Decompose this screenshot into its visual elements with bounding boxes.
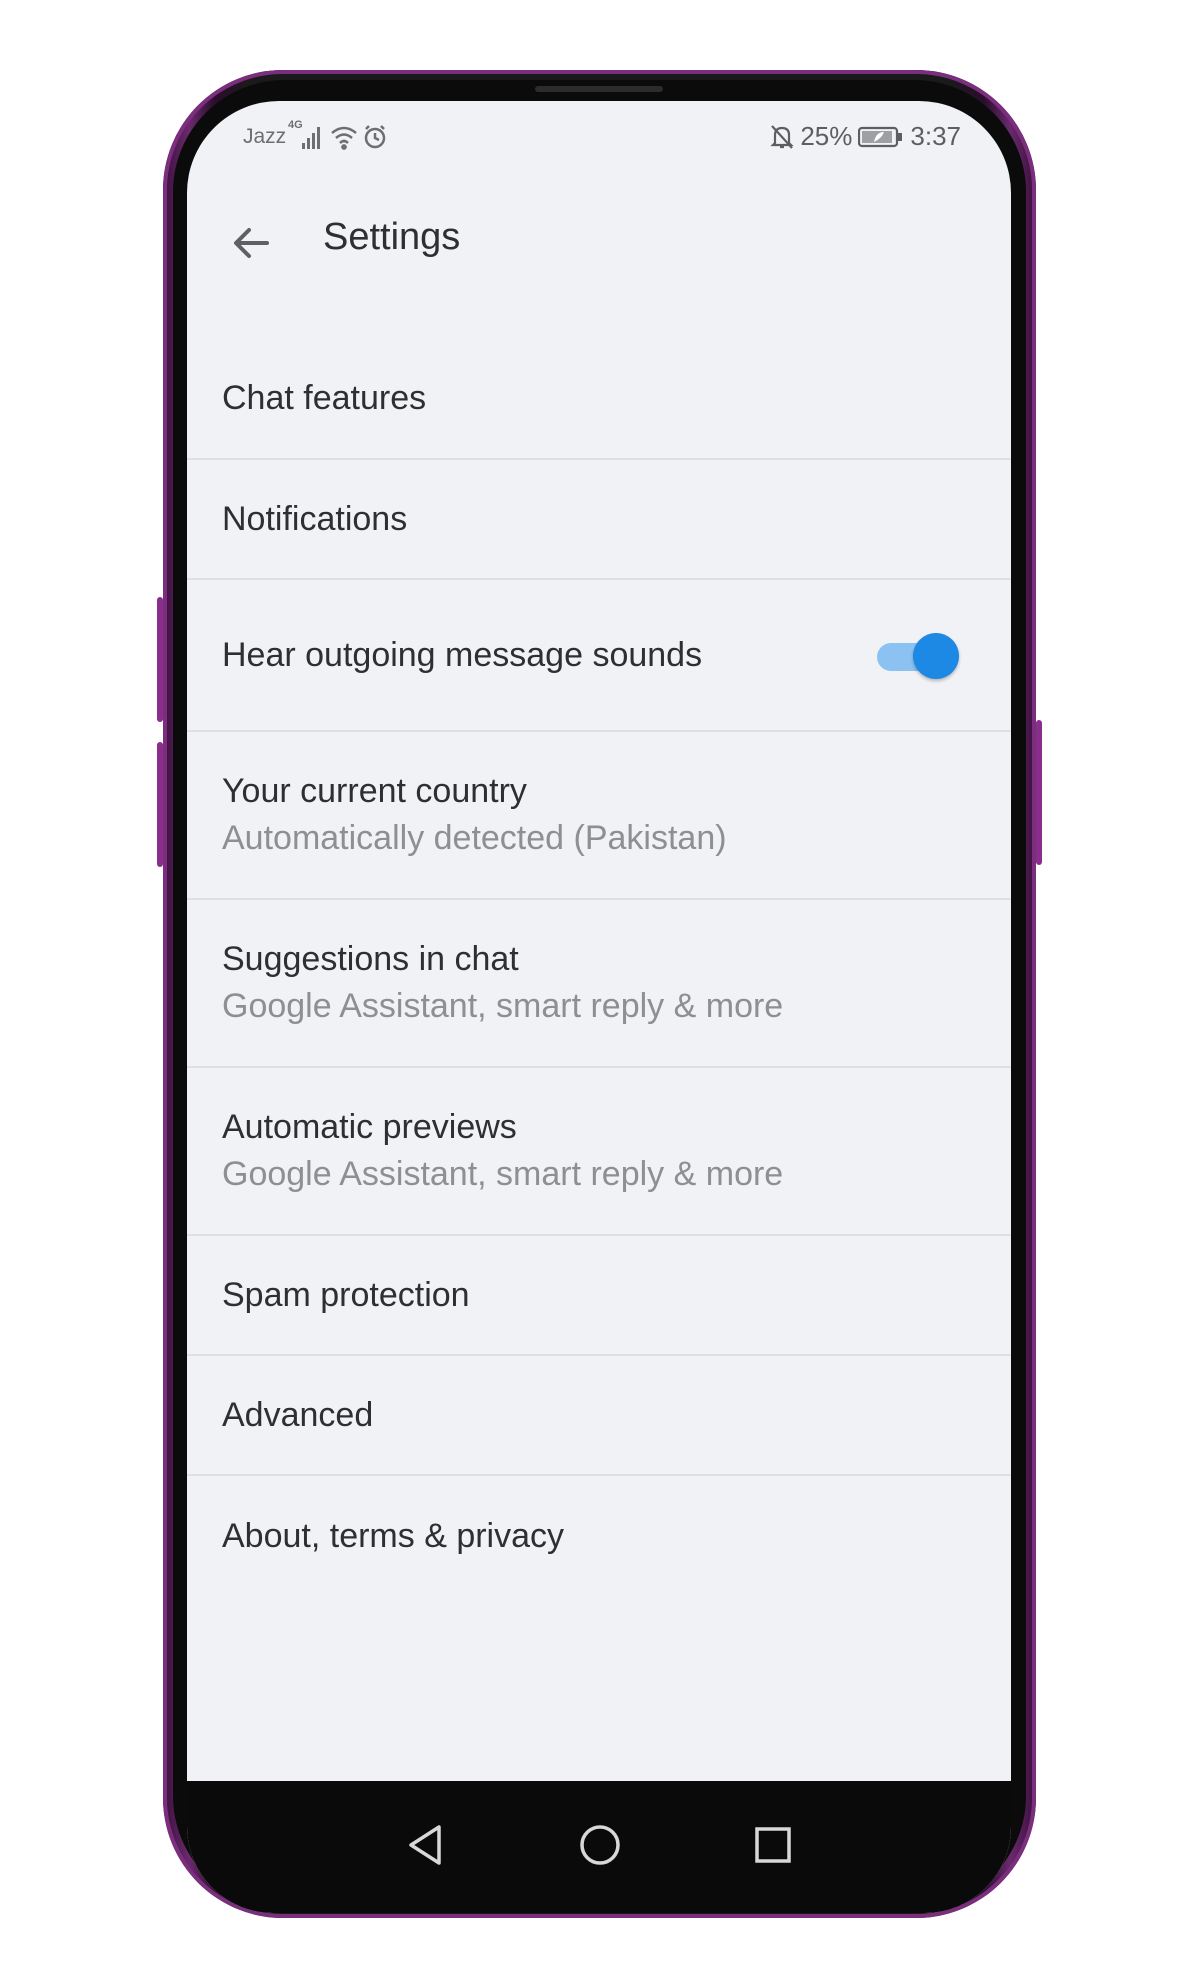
settings-item-advanced[interactable]: Advanced [187,1356,1011,1476]
signal-wifi-alarm-icons [302,125,386,150]
settings-item-subtitle: Google Assistant, smart reply & more [222,1155,784,1193]
network-type: 4G [288,119,303,131]
settings-item-subtitle: Google Assistant, smart reply & more [222,987,784,1025]
toggle-thumb [913,633,959,679]
settings-item-about[interactable]: About, terms & privacy [187,1476,1011,1596]
settings-item-label: Notifications [222,499,408,538]
navigation-bar [187,1781,1011,1913]
screen: Jazz 4G 25% 3:37 Settings Chat features … [187,101,1011,1913]
signal-icon [302,127,320,149]
settings-item-current-country[interactable]: Your current country Automatically detec… [187,732,1011,900]
settings-item-spam-protection[interactable]: Spam protection [187,1236,1011,1356]
phone-side-button [157,742,163,867]
phone-side-button [157,597,163,722]
status-bar: Jazz 4G 25% 3:37 [187,101,1011,181]
page-title: Settings [323,216,461,258]
settings-item-label: Chat features [222,378,427,417]
outgoing-sounds-toggle[interactable] [877,633,959,679]
settings-item-automatic-previews[interactable]: Automatic previews Google Assistant, sma… [187,1068,1011,1236]
settings-item-label: Your current country [222,772,527,810]
settings-item-outgoing-sounds[interactable]: Hear outgoing message sounds [187,580,1011,732]
earpiece [535,86,663,92]
home-circle-icon[interactable] [570,1815,630,1875]
app-bar [187,196,1011,336]
back-triangle-icon[interactable] [397,1815,457,1875]
settings-item-label: Automatic previews [222,1108,517,1146]
wifi-icon [331,126,357,150]
alarm-icon [364,125,386,149]
settings-item-label: Advanced [222,1395,374,1434]
phone-power-button [1036,720,1042,865]
arrow-back-icon[interactable] [227,219,275,267]
settings-item-notifications[interactable]: Notifications [187,460,1011,580]
status-right-group: 25% 3:37 [770,121,961,152]
settings-item-suggestions-in-chat[interactable]: Suggestions in chat Google Assistant, sm… [187,900,1011,1068]
clock: 3:37 [910,121,961,151]
battery-percent: 25% [800,121,853,151]
settings-item-chat-features[interactable]: Chat features [187,338,1011,460]
carrier-label: Jazz [243,125,287,148]
settings-item-label: Spam protection [222,1275,470,1314]
settings-item-label: Hear outgoing message sounds [222,635,703,674]
settings-item-label: Suggestions in chat [222,940,519,978]
recents-square-icon[interactable] [743,1815,803,1875]
battery-icon [858,126,903,147]
settings-item-subtitle: Automatically detected (Pakistan) [222,819,727,857]
mute-icon [770,124,794,149]
settings-item-label: About, terms & privacy [222,1516,565,1555]
settings-list: Chat features Notifications Hear outgoin… [187,338,1011,1596]
